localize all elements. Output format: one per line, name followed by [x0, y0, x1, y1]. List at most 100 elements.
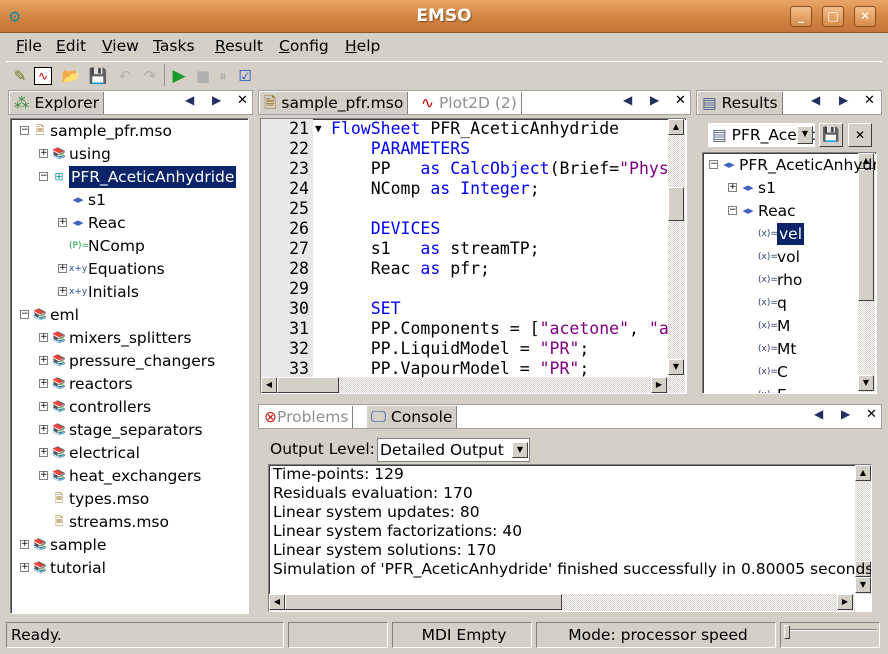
- expand-icon[interactable]: +: [20, 540, 29, 549]
- tab-prev-button[interactable]: ◀: [814, 407, 823, 421]
- panel-close-button[interactable]: ✕: [866, 407, 877, 422]
- scroll-down-button[interactable]: ▼: [858, 375, 874, 391]
- redo-icon[interactable]: ↷: [139, 65, 161, 87]
- menu-bar: File Edit View Tasks Result Config Help: [6, 34, 882, 59]
- minimize-button[interactable]: _: [790, 6, 812, 27]
- tab-results[interactable]: ▤ Results: [698, 92, 783, 114]
- expand-icon[interactable]: +: [39, 448, 48, 457]
- results-combo[interactable]: ▤ PFR_AceticAnhydride ▼: [708, 123, 815, 147]
- tab-next-button[interactable]: ▶: [212, 93, 221, 107]
- horizontal-scrollbar[interactable]: ◀ ▶: [269, 594, 855, 611]
- expand-icon[interactable]: +: [39, 149, 48, 158]
- chevron-down-icon[interactable]: ▼: [512, 442, 528, 458]
- menu-result[interactable]: Result: [215, 37, 263, 55]
- scroll-down-button[interactable]: ▼: [668, 359, 684, 375]
- check-icon[interactable]: ☑: [234, 65, 256, 87]
- expand-icon[interactable]: +: [39, 333, 48, 342]
- open-icon[interactable]: 📂: [60, 65, 82, 87]
- expand-icon[interactable]: +: [58, 218, 67, 227]
- speed-slider[interactable]: [780, 622, 880, 648]
- expand-icon[interactable]: +: [39, 471, 48, 480]
- title-bar: ⚙ EMSO _ □ ✕: [0, 0, 888, 33]
- tab-next-button[interactable]: ▶: [839, 93, 848, 107]
- collapse-icon[interactable]: −: [709, 160, 718, 169]
- new-icon[interactable]: ✎: [9, 65, 31, 87]
- console-output[interactable]: ▲ ▼ ◀ ▶ Time-points: 129 Residuals evalua…: [268, 464, 872, 612]
- tree-item-label: Equations: [88, 260, 165, 278]
- collapse-icon[interactable]: −: [20, 310, 29, 319]
- run-icon[interactable]: ▶: [168, 65, 190, 87]
- collapse-icon[interactable]: −: [20, 126, 29, 135]
- panel-close-button[interactable]: ✕: [237, 93, 248, 108]
- results-panel: ▤ Results ◀ ▶ ✕ ▤ PFR_AceticAnhydride ▼ …: [696, 90, 882, 397]
- stop-icon[interactable]: ■: [192, 65, 214, 87]
- panel-close-button[interactable]: ✕: [675, 93, 686, 108]
- scroll-left-button[interactable]: ◀: [269, 594, 285, 610]
- scroll-thumb[interactable]: [285, 594, 562, 610]
- output-level-select[interactable]: Detailed Output ▼: [377, 438, 530, 462]
- menu-view[interactable]: View: [102, 37, 139, 55]
- scroll-up-button[interactable]: ▲: [855, 465, 871, 481]
- scroll-thumb[interactable]: [858, 169, 874, 301]
- line-number: 30: [289, 299, 309, 318]
- explorer-tree[interactable]: − 🗎 sample_pfr.mso + 📚 using − ⊞ PFR_AceticAnhyd…: [10, 118, 249, 614]
- collapse-icon[interactable]: −: [39, 172, 48, 181]
- panel-close-button[interactable]: ✕: [864, 93, 875, 108]
- plot-icon[interactable]: ∿: [34, 67, 52, 85]
- vertical-scrollbar[interactable]: ▲ ▼: [858, 153, 875, 392]
- tab-plot2d[interactable]: ∿ Plot2D (2): [417, 92, 522, 114]
- vertical-scrollbar[interactable]: ▲ ▼: [668, 119, 685, 377]
- maximize-button[interactable]: □: [822, 6, 844, 27]
- expand-icon[interactable]: +: [39, 402, 48, 411]
- expand-icon[interactable]: +: [39, 379, 48, 388]
- tab-problems[interactable]: ⊗Problems: [260, 406, 354, 428]
- expand-icon[interactable]: +: [39, 356, 48, 365]
- results-tree[interactable]: ▲ ▼ −◂▸PFR_AceticAnhydride+◂▸s1−◂▸Reac(x…: [702, 152, 877, 394]
- tab-sample-pfr[interactable]: 🗎 sample_pfr.mso: [260, 92, 409, 114]
- menu-edit[interactable]: Edit: [56, 37, 86, 55]
- tab-next-button[interactable]: ▶: [650, 93, 659, 107]
- scroll-left-button[interactable]: ◀: [261, 377, 277, 393]
- expand-icon[interactable]: +: [58, 287, 67, 296]
- menu-tasks[interactable]: Tasks: [153, 37, 195, 55]
- scroll-right-button[interactable]: ▶: [651, 377, 667, 393]
- scroll-right-button[interactable]: ▶: [837, 594, 853, 610]
- collapse-icon[interactable]: −: [728, 206, 737, 215]
- code-token: ;: [579, 339, 590, 358]
- tab-next-button[interactable]: ▶: [841, 407, 850, 421]
- undo-icon[interactable]: ↶: [114, 65, 136, 87]
- expand-icon[interactable]: +: [20, 563, 29, 572]
- menu-file[interactable]: File: [16, 37, 42, 55]
- code-token: ,: [629, 319, 649, 338]
- tree-item-label: using: [69, 145, 111, 163]
- pause-icon[interactable]: ⏸: [212, 65, 234, 87]
- tab-explorer[interactable]: ⁂ Explorer: [10, 92, 104, 114]
- tab-prev-button[interactable]: ◀: [811, 93, 820, 107]
- slider-handle[interactable]: [784, 625, 790, 639]
- tab-prev-button[interactable]: ◀: [185, 93, 194, 107]
- code-editor[interactable]: 21 ▼ FlowSheet PFR_AceticAnhydride 22 PARAM…: [260, 118, 687, 394]
- fold-icon[interactable]: ▼: [315, 119, 322, 139]
- save-results-button[interactable]: 💾: [819, 123, 843, 147]
- tab-prev-button[interactable]: ◀: [623, 93, 632, 107]
- close-button[interactable]: ✕: [854, 6, 876, 27]
- expand-icon[interactable]: +: [728, 183, 737, 192]
- expand-icon[interactable]: +: [58, 264, 67, 273]
- tab-console[interactable]: 🖵 Console: [367, 406, 458, 428]
- close-results-button[interactable]: ✕: [848, 123, 872, 147]
- scroll-down-button[interactable]: ▼: [855, 577, 871, 593]
- code-token: "PR": [539, 359, 580, 378]
- menu-help[interactable]: Help: [345, 37, 380, 55]
- menu-config[interactable]: Config: [279, 37, 329, 55]
- code-line: FlowSheet PFR_AceticAnhydride: [331, 119, 619, 139]
- editor-panel: 🗎 sample_pfr.mso ∿ Plot2D (2) ◀ ▶ ✕ 21 ▼ F…: [258, 90, 691, 397]
- save-icon[interactable]: 💾: [87, 65, 109, 87]
- horizontal-scrollbar[interactable]: ◀ ▶: [261, 377, 685, 393]
- scroll-up-button[interactable]: ▲: [668, 119, 684, 135]
- status-message: Ready.: [6, 622, 284, 648]
- scroll-thumb[interactable]: [277, 377, 339, 393]
- chevron-down-icon[interactable]: ▼: [797, 126, 813, 144]
- expand-icon[interactable]: +: [39, 425, 48, 434]
- scroll-thumb[interactable]: [668, 187, 684, 221]
